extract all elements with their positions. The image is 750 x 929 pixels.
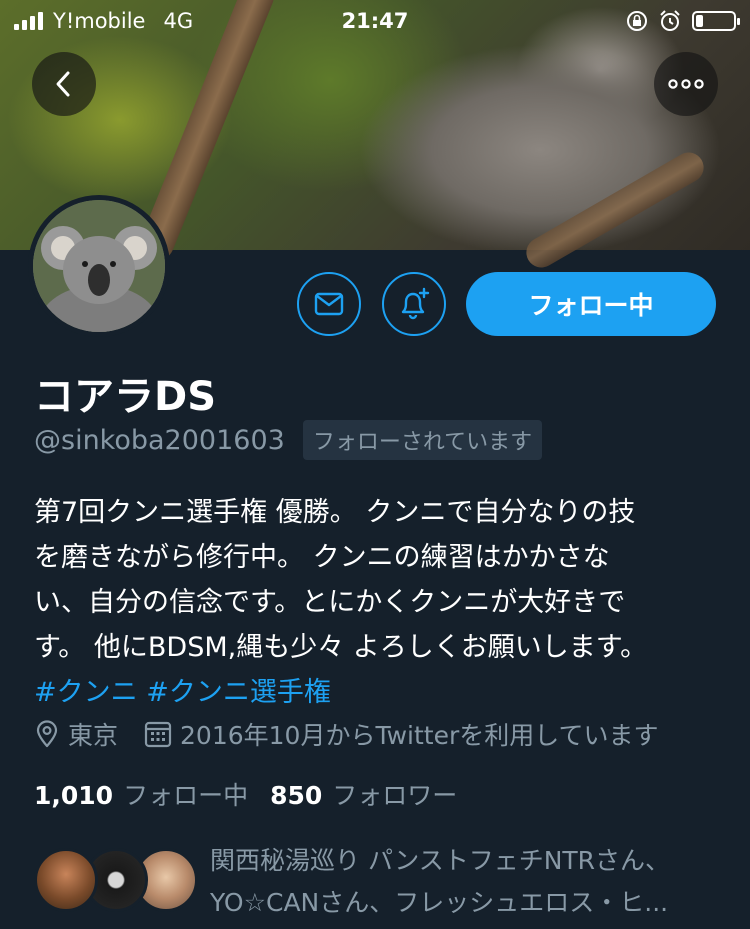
location-item: 東京: [34, 716, 118, 752]
location-pin-icon: [36, 720, 58, 748]
battery-icon: [692, 11, 740, 31]
envelope-icon: [314, 292, 344, 316]
follows-you-badge: フォローされています: [302, 420, 543, 460]
calendar-icon: [144, 721, 172, 748]
more-options-button[interactable]: [654, 52, 718, 116]
notifications-button[interactable]: [382, 272, 446, 336]
follower-avatar: [34, 848, 98, 912]
bio-line: い、自分の信念です。とにかくクンニが大好きで: [34, 587, 626, 618]
handle-row: @sinkoba2001603 フォローされています: [34, 420, 543, 460]
following-button[interactable]: フォロー中: [466, 272, 716, 336]
rotation-lock-icon: [627, 11, 647, 31]
back-button[interactable]: [32, 52, 96, 116]
more-horizontal-icon: [668, 79, 704, 89]
following-count-link[interactable]: 1,010 フォロー中: [34, 776, 248, 812]
followers-label: フォロワー: [332, 781, 458, 810]
followers-count: 850: [270, 781, 323, 810]
message-button[interactable]: [297, 272, 361, 336]
following-count: 1,010: [34, 781, 114, 810]
location-text: 東京: [68, 721, 119, 750]
joined-text: 2016年10月からTwitterを利用しています: [180, 721, 659, 750]
chevron-left-icon: [56, 71, 70, 97]
followed-by-line: 関西秘湯巡り パンストフェチNTRさん、: [210, 846, 671, 875]
following-label: フォロー中: [123, 781, 249, 810]
bio-line: す。 他にBDSM,縄も少々 よろしくお願いします。: [34, 632, 648, 663]
bio-line: を磨きながら修行中。 クンニの練習はかかさな: [34, 542, 610, 573]
followed-by-section[interactable]: 関西秘湯巡り パンストフェチNTRさん、 YO☆CANさん、フレッシュエロス・ヒ…: [34, 840, 734, 920]
followed-by-text: 関西秘湯巡り パンストフェチNTRさん、 YO☆CANさん、フレッシュエロス・ヒ…: [210, 840, 710, 924]
profile-screen: Y!mobile 4G 21:47 フォロー中 コアラDS @sinkoba20…: [0, 0, 750, 929]
koala-avatar-image: [33, 200, 165, 332]
joined-item: 2016年10月からTwitterを利用しています: [144, 716, 659, 752]
bio-hashtags[interactable]: #クンニ #クンニ選手権: [34, 670, 724, 715]
followers-count-link[interactable]: 850 フォロワー: [270, 776, 457, 812]
profile-avatar[interactable]: [28, 195, 170, 337]
profile-bio: 第7回クンニ選手権 優勝。 クンニで自分なりの技 を磨きながら修行中。 クンニの…: [34, 490, 724, 715]
status-bar: Y!mobile 4G 21:47: [0, 0, 750, 42]
bell-plus-icon: [401, 287, 430, 320]
follow-counts: 1,010 フォロー中 850 フォロワー: [34, 776, 457, 812]
display-name: コアラDS: [34, 374, 217, 420]
alarm-icon: [660, 10, 680, 31]
username-handle: @sinkoba2001603: [34, 424, 285, 456]
followed-by-line: YO☆CANさん、フレッシュエロス・ヒ...: [210, 888, 669, 917]
bio-line: 第7回クンニ選手権 優勝。 クンニで自分なりの技: [34, 497, 636, 528]
profile-meta: 東京 2016年10月からTwitterを利用しています: [34, 716, 659, 752]
